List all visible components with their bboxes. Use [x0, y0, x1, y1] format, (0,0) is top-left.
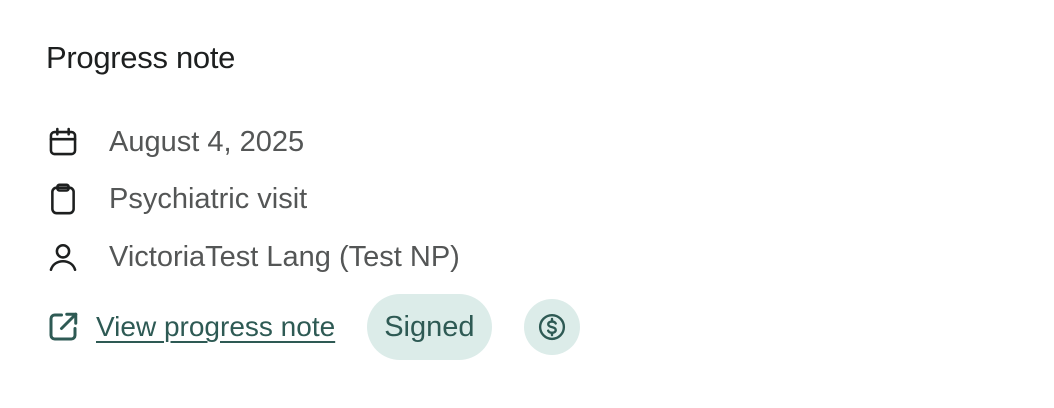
visit-date: August 4, 2025	[109, 126, 305, 158]
provider-row: VictoriaTest Lang (Test NP)	[44, 237, 460, 277]
dollar-circle-icon	[538, 313, 565, 341]
visit-type: Psychiatric visit	[109, 183, 308, 215]
view-progress-note-link[interactable]: View progress note	[96, 311, 335, 343]
external-link-icon[interactable]	[44, 308, 82, 346]
progress-note-card: Progress note August 4, 2025 Psychiatric…	[0, 0, 1054, 408]
status-badge: Signed	[367, 294, 492, 360]
provider-name: VictoriaTest Lang (Test NP)	[109, 241, 460, 273]
clipboard-icon	[44, 180, 82, 218]
billing-button[interactable]	[523, 299, 580, 355]
date-row: August 4, 2025	[44, 122, 304, 162]
visit-type-row: Psychiatric visit	[44, 179, 307, 219]
calendar-icon	[44, 123, 82, 161]
card-actions: View progress note Signed	[44, 294, 580, 360]
card-title: Progress note	[46, 40, 236, 75]
user-icon	[44, 238, 82, 276]
